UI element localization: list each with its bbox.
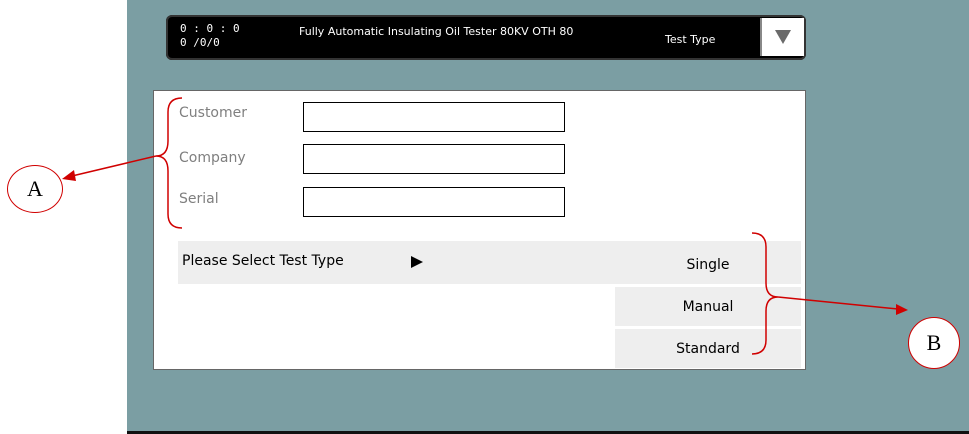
bracket-b bbox=[751, 232, 779, 355]
callout-a: A bbox=[7, 165, 63, 213]
bracket-a bbox=[155, 97, 183, 229]
arrow-a-line bbox=[71, 155, 157, 177]
arrow-a-head bbox=[62, 170, 76, 181]
arrow-b-head bbox=[896, 304, 908, 315]
annotation-overlay bbox=[62, 97, 908, 355]
arrow-b-line bbox=[777, 296, 899, 310]
callout-b: B bbox=[908, 317, 960, 369]
